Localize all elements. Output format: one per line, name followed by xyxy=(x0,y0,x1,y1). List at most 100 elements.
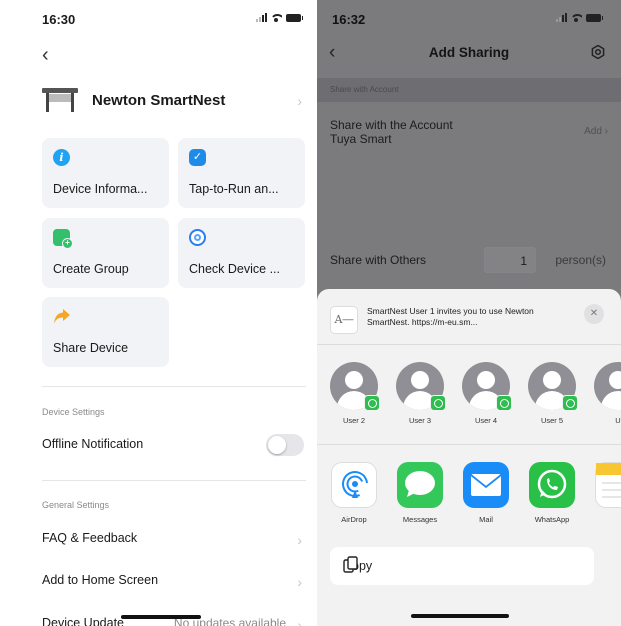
status-icons xyxy=(556,13,603,22)
card-label: Tap-to-Run an... xyxy=(189,182,279,196)
section-title-general-settings: General Settings xyxy=(42,500,110,510)
whatsapp-badge-icon xyxy=(496,395,512,411)
status-time: 16:30 xyxy=(42,12,76,27)
page-title: Add Sharing xyxy=(428,45,510,60)
share-with-others-label: Share with Others xyxy=(330,253,427,267)
back-chevron-icon[interactable]: ‹ xyxy=(42,44,49,67)
person-count-value: 1 xyxy=(520,254,527,268)
card-label: Check Device ... xyxy=(189,262,281,276)
app-label: Mail xyxy=(479,515,493,524)
app-notes-partial[interactable] xyxy=(594,462,621,508)
home-indicator[interactable] xyxy=(411,614,509,618)
whatsapp-badge-icon xyxy=(364,395,380,411)
card-label: Create Group xyxy=(53,262,129,276)
tap-to-run-icon: ✓ xyxy=(189,149,206,166)
app-label: WhatsApp xyxy=(534,515,570,524)
device-thumbnail xyxy=(42,88,78,112)
home-indicator[interactable] xyxy=(121,615,201,619)
divider xyxy=(317,444,621,445)
check-network-icon xyxy=(189,229,206,246)
row-label: FAQ & Feedback xyxy=(42,531,138,545)
copy-icon xyxy=(343,556,359,574)
whatsapp-icon xyxy=(529,462,575,508)
device-header-row[interactable]: Newton SmartNest › xyxy=(42,84,304,118)
status-bar: 16:30 xyxy=(0,12,317,27)
chevron-right-icon: › xyxy=(297,532,302,548)
battery-icon xyxy=(286,13,303,22)
divider xyxy=(317,344,621,345)
row-label: Add to Home Screen xyxy=(42,573,159,587)
add-label: Add xyxy=(584,126,602,137)
status-icons xyxy=(256,13,303,22)
settings-gear-icon[interactable] xyxy=(591,44,605,60)
card-check-device-network[interactable]: Check Device ... xyxy=(178,218,305,288)
app-label: AirDrop xyxy=(341,515,367,524)
contact-user-4[interactable]: User 4 xyxy=(462,362,512,425)
info-icon: i xyxy=(53,149,70,166)
chevron-right-icon: › xyxy=(297,617,302,626)
signal-icon xyxy=(256,13,267,22)
contact-name: User 2 xyxy=(342,416,366,425)
offline-notification-row: Offline Notification xyxy=(42,434,304,457)
share-arrow-icon xyxy=(53,308,70,325)
wifi-icon xyxy=(571,13,582,22)
messages-icon xyxy=(397,462,443,508)
contact-name: User 5 xyxy=(540,416,564,425)
card-device-information[interactable]: i Device Informa... xyxy=(42,138,169,208)
chevron-right-icon: › xyxy=(297,574,302,590)
app-messages[interactable]: Messages xyxy=(396,462,444,524)
app-airdrop[interactable]: AirDrop xyxy=(330,462,378,524)
row-label: Offline Notification xyxy=(42,437,144,451)
card-tap-to-run[interactable]: ✓ Tap-to-Run an... xyxy=(178,138,305,208)
contact-name: User 3 xyxy=(408,416,432,425)
card-label: Device Informa... xyxy=(53,182,148,196)
whatsapp-badge-icon xyxy=(430,395,446,411)
section-title-device-settings: Device Settings xyxy=(42,407,105,417)
battery-icon xyxy=(586,13,603,22)
contact-name: U xyxy=(615,416,621,425)
whatsapp-badge-icon xyxy=(562,395,578,411)
status-time: 16:32 xyxy=(332,12,366,27)
mail-icon xyxy=(463,462,509,508)
contact-partial[interactable]: U xyxy=(594,362,621,425)
device-name: Newton SmartNest xyxy=(92,92,226,109)
contact-user-5[interactable]: User 5 xyxy=(528,362,578,425)
card-create-group[interactable]: Create Group xyxy=(42,218,169,288)
share-sheet: A― SmartNest User 1 invites you to use N… xyxy=(317,289,621,626)
app-label: Messages xyxy=(402,515,438,524)
faq-feedback-row[interactable]: FAQ & Feedback › xyxy=(42,531,304,551)
section-header-share-account: Share with Account xyxy=(317,78,621,102)
card-label: Share Device xyxy=(53,341,129,355)
signal-icon xyxy=(556,13,567,22)
person-count-input[interactable]: 1 xyxy=(484,247,536,273)
text-document-icon: A― xyxy=(330,306,358,334)
app-whatsapp[interactable]: WhatsApp xyxy=(528,462,576,524)
wifi-icon xyxy=(271,13,282,22)
card-share-device[interactable]: Share Device xyxy=(42,297,169,367)
create-group-icon xyxy=(53,229,73,249)
close-icon[interactable]: ✕ xyxy=(584,304,604,324)
contact-user-2[interactable]: User 2 xyxy=(330,362,380,425)
section-title: Share with Account xyxy=(330,85,399,94)
divider xyxy=(42,386,306,387)
add-account-button[interactable]: Add › xyxy=(584,126,608,137)
offline-notification-toggle[interactable] xyxy=(266,434,304,456)
copy-action[interactable]: Copy xyxy=(330,547,594,585)
avatar xyxy=(594,362,621,410)
notes-icon xyxy=(595,462,621,508)
status-bar: 16:32 xyxy=(317,12,621,27)
contact-name: User 4 xyxy=(474,416,498,425)
device-settings-screen: 16:30 ‹ Newton SmartNest › i Device Info… xyxy=(0,0,317,626)
row-label: Device Update xyxy=(42,616,124,626)
app-mail[interactable]: Mail xyxy=(462,462,510,524)
add-to-home-screen-row[interactable]: Add to Home Screen › xyxy=(42,573,304,593)
airdrop-icon xyxy=(331,462,377,508)
person-unit-label: person(s) xyxy=(555,253,606,267)
account-line-2: Tuya Smart xyxy=(330,132,392,146)
add-sharing-screen: 16:32 ‹ Add Sharing Share with Account S… xyxy=(317,0,621,626)
account-line-1: Share with the Account xyxy=(330,118,453,132)
nav-bar: ‹ Add Sharing xyxy=(317,42,621,66)
share-account-row[interactable]: Share with the Account Tuya Smart xyxy=(330,118,453,146)
divider xyxy=(42,480,306,481)
contact-user-3[interactable]: User 3 xyxy=(396,362,446,425)
